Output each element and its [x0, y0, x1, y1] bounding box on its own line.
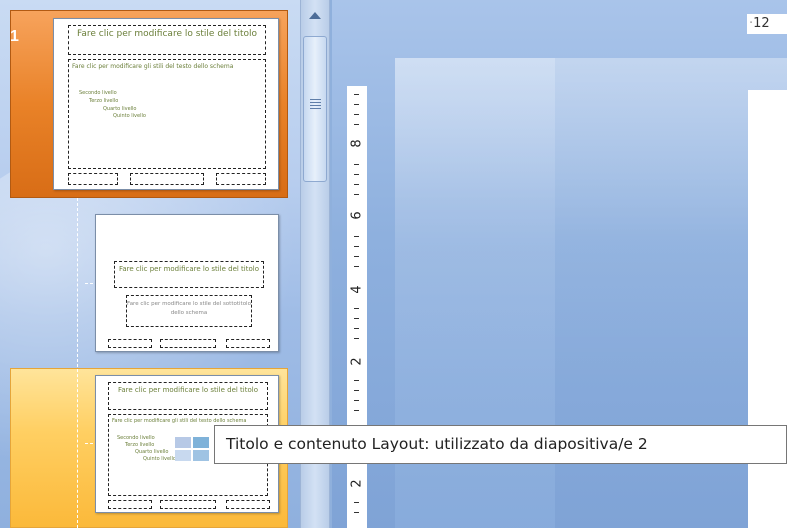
ruler-tick	[354, 94, 359, 95]
placeholder-level-4: Quarto livello	[103, 106, 137, 112]
title-slide-layout-thumbnail[interactable]: Fare clic per modificare lo stile del ti…	[95, 214, 279, 352]
vertical-ruler-label: 2	[349, 357, 365, 366]
placeholder-level-3: Terzo livello	[89, 98, 119, 104]
placeholder-level-4: Quarto livello	[135, 449, 169, 455]
ruler-tick	[354, 256, 359, 257]
title-placeholder: Fare clic per modificare lo stile del ti…	[68, 25, 266, 55]
date-placeholder	[108, 500, 152, 509]
grip-line	[310, 105, 321, 106]
ruler-tick	[354, 502, 359, 503]
ruler-tick	[354, 104, 359, 105]
ruler-tick	[354, 410, 359, 411]
vertical-ruler-label: 6	[349, 211, 365, 220]
content-placeholder: Fare clic per modificare gli stili del t…	[68, 59, 266, 169]
ruler-tick	[354, 308, 359, 309]
layout-tooltip: Titolo e contenuto Layout: utilizzato da…	[214, 425, 787, 464]
slide-number: 1	[10, 28, 19, 45]
slide-number-placeholder	[226, 339, 270, 348]
date-placeholder	[68, 173, 118, 185]
slide-number-placeholder	[216, 173, 266, 185]
placeholder-level-5: Quinto livello	[113, 113, 146, 119]
ruler-tick	[354, 512, 359, 513]
placeholder-level-2: Secondo livello	[117, 435, 155, 441]
placeholder-title-text: Fare clic per modificare lo stile del ti…	[76, 29, 258, 39]
scroll-up-button[interactable]	[303, 0, 328, 34]
ruler-tick	[354, 236, 359, 237]
ruler-tick	[354, 390, 359, 391]
grip-line	[310, 99, 321, 100]
ruler-tick	[354, 174, 359, 175]
placeholder-level-2: Secondo livello	[79, 90, 117, 96]
ruler-tick	[354, 194, 359, 195]
ruler-tick	[354, 328, 359, 329]
ruler-tick	[354, 124, 359, 125]
date-placeholder	[108, 339, 152, 348]
scrollbar-thumb[interactable]	[303, 36, 327, 182]
ruler-tick	[354, 266, 359, 267]
ruler-tick	[354, 380, 359, 381]
ruler-tick	[354, 164, 359, 165]
vertical-ruler-label: 8	[349, 139, 365, 148]
footer-placeholder	[160, 339, 216, 348]
placeholder-title-text: Fare clic per modificare lo stile del ti…	[118, 265, 260, 273]
footer-placeholder	[160, 500, 216, 509]
placeholder-level-3: Terzo livello	[125, 442, 155, 448]
placeholder-title-text: Fare clic per modificare lo stile del ti…	[117, 386, 259, 394]
vertical-ruler-label: 2	[349, 479, 365, 488]
placeholder-body-text: Fare clic per modificare gli stili del t…	[72, 63, 234, 70]
arrow-up-icon	[309, 12, 321, 19]
slide-number-placeholder	[226, 500, 270, 509]
placeholder-body-text: Fare clic per modificare gli stili del t…	[112, 418, 247, 424]
ruler-tick	[354, 184, 359, 185]
placeholder-subtitle-text: Fare clic per modificare lo stile del so…	[127, 301, 251, 316]
ruler-tick	[354, 246, 359, 247]
title-placeholder: Fare clic per modificare lo stile del ti…	[114, 261, 264, 288]
layout-connector-line	[77, 198, 78, 528]
subtitle-placeholder: Fare clic per modificare lo stile del so…	[126, 295, 252, 327]
slide-master-thumbnail[interactable]: Fare clic per modificare lo stile del ti…	[53, 18, 279, 190]
ruler-tick	[354, 318, 359, 319]
vertical-ruler-label: 4	[349, 285, 365, 294]
ruler-tick	[354, 400, 359, 401]
placeholder-level-5: Quinto livello	[143, 456, 176, 462]
title-placeholder: Fare clic per modificare lo stile del ti…	[108, 382, 268, 410]
grip-line	[310, 108, 321, 109]
footer-placeholder	[130, 173, 204, 185]
connector-tick	[85, 283, 93, 284]
ruler-tick	[354, 114, 359, 115]
content-insert-icons	[175, 437, 211, 463]
horizontal-ruler-label: 12	[753, 16, 770, 31]
horizontal-ruler: ·12	[747, 14, 787, 34]
ruler-tick	[354, 338, 359, 339]
connector-tick	[85, 443, 93, 444]
grip-line	[310, 102, 321, 103]
